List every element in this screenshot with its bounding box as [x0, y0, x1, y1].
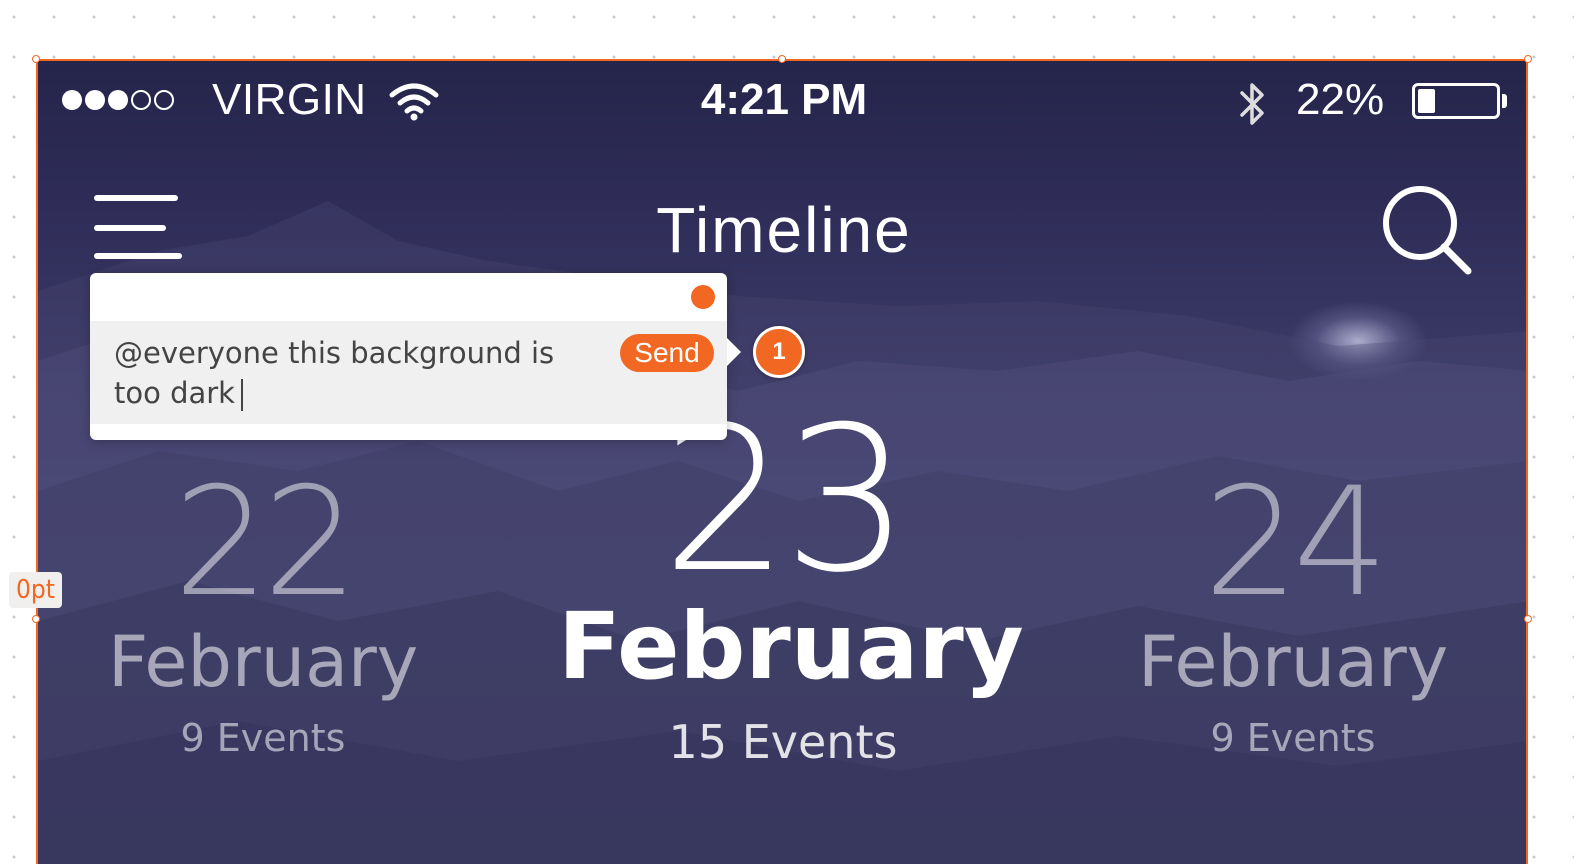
comment-text: @everyone this background is too dark — [114, 336, 555, 410]
date-event-count: 15 Events — [668, 715, 898, 769]
date-card-23[interactable]: 23 February 15 Events — [558, 401, 1024, 770]
date-card-24[interactable]: 24 February 9 Events — [1138, 468, 1448, 760]
date-day: 22 — [173, 456, 359, 630]
date-event-count: 9 Events — [180, 716, 346, 760]
date-card-22[interactable]: 22 February 9 Events — [108, 468, 418, 760]
spacing-measurement-label: 0pt — [9, 572, 62, 608]
search-icon[interactable] — [1378, 181, 1478, 281]
comment-input-area[interactable]: @everyone this background is too dark Se… — [90, 321, 727, 424]
date-day: 24 — [1203, 456, 1389, 630]
comment-popover: @everyone this background is too dark Se… — [90, 273, 727, 440]
battery-terminal — [1502, 94, 1507, 108]
date-month: February — [558, 593, 1024, 700]
selection-handle[interactable] — [1524, 55, 1532, 63]
send-button[interactable]: Send — [620, 334, 714, 372]
artboard-frame: VIRGIN 4:21 PM 22% Timeline 22 February … — [36, 59, 1528, 864]
comment-input[interactable]: @everyone this background is too dark — [114, 333, 584, 413]
date-month: February — [108, 621, 419, 703]
selection-handle[interactable] — [1524, 615, 1532, 623]
bluetooth-icon — [1240, 83, 1264, 125]
selection-handle[interactable] — [32, 55, 40, 63]
battery-percentage: 22% — [1296, 75, 1385, 124]
comment-indicator-dot — [691, 285, 715, 309]
comment-pin-badge[interactable]: 1 — [753, 326, 805, 378]
date-event-count: 9 Events — [1210, 716, 1376, 760]
text-cursor — [240, 379, 243, 411]
comment-pointer-arrow — [727, 338, 741, 366]
selection-handle[interactable] — [32, 615, 40, 623]
battery-icon — [1412, 83, 1500, 119]
status-bar: VIRGIN 4:21 PM 22% — [38, 61, 1526, 141]
battery-level-fill — [1418, 89, 1435, 113]
date-month: February — [1138, 621, 1449, 703]
selection-handle[interactable] — [778, 55, 786, 63]
page-title: Timeline — [656, 194, 912, 266]
